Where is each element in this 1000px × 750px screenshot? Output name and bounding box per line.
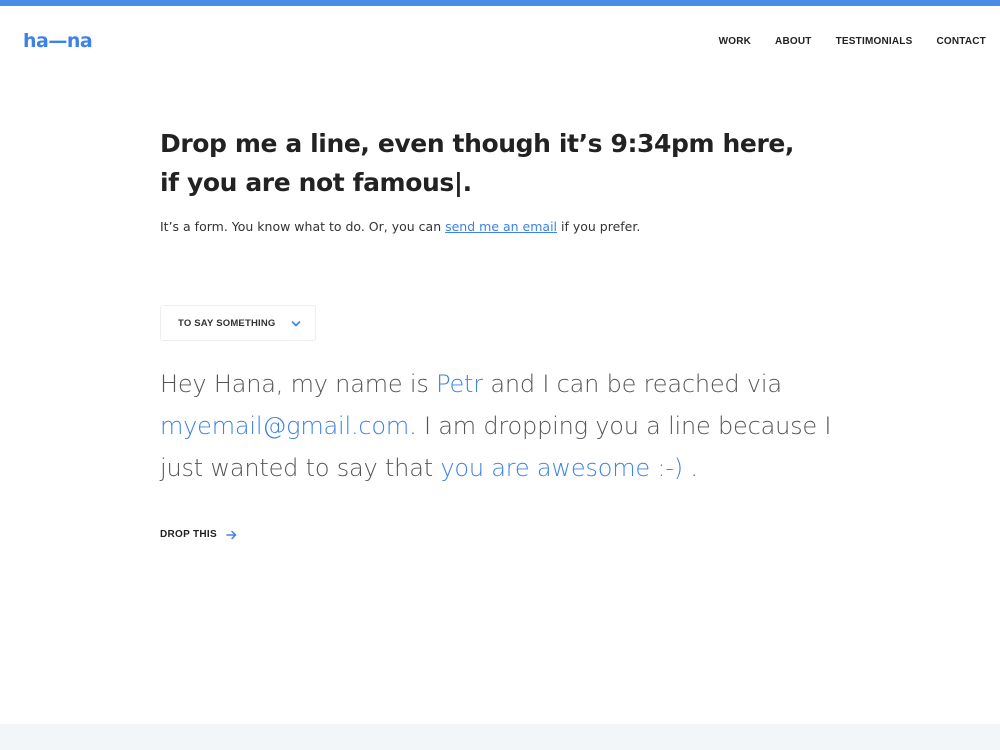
page-headline: Drop me a line, even though it’s 9:34pm … [160, 124, 860, 202]
intro-text: It’s a form. You know what to do. Or, yo… [160, 219, 640, 234]
chevron-down-icon [291, 321, 301, 327]
nav-item-about[interactable]: ABOUT [775, 36, 812, 47]
intro-text-after: if you prefer. [557, 219, 641, 234]
message-text-2: and I can be reached via [482, 370, 782, 398]
nav-item-contact[interactable]: CONTACT [936, 36, 986, 47]
submit-button[interactable]: DROP THIS [160, 529, 237, 540]
name-field[interactable]: Petr [436, 370, 483, 398]
intro-text-before: It’s a form. You know what to do. Or, yo… [160, 219, 446, 234]
reason-dropdown-value: TO SAY SOMETHING [178, 317, 276, 329]
site-logo[interactable]: ha—na [23, 30, 93, 52]
message-text-1: Hey Hana, my name is [160, 370, 437, 398]
reason-dropdown[interactable]: TO SAY SOMETHING [160, 305, 316, 341]
arrow-right-icon [226, 530, 237, 539]
footer-strip [0, 724, 1000, 750]
nav-item-work[interactable]: WORK [719, 36, 751, 47]
top-accent-bar [0, 0, 1000, 6]
headline-line-2: if you are not famous|. [160, 168, 472, 197]
headline-line-1: Drop me a line, even though it’s 9:34pm … [160, 129, 795, 158]
email-field[interactable]: myemail@gmail.com [160, 412, 409, 440]
email-link[interactable]: send me an email [445, 219, 557, 234]
nav-item-testimonials[interactable]: TESTIMONIALS [836, 36, 913, 47]
main-nav: WORK ABOUT TESTIMONIALS CONTACT [719, 36, 986, 47]
reason-field[interactable]: you are awesome :-) [440, 454, 683, 482]
submit-button-label: DROP THIS [160, 529, 217, 540]
message-text-4: . [682, 454, 698, 482]
mad-lib-message: Hey Hana, my name is Petr and I can be r… [160, 363, 860, 489]
